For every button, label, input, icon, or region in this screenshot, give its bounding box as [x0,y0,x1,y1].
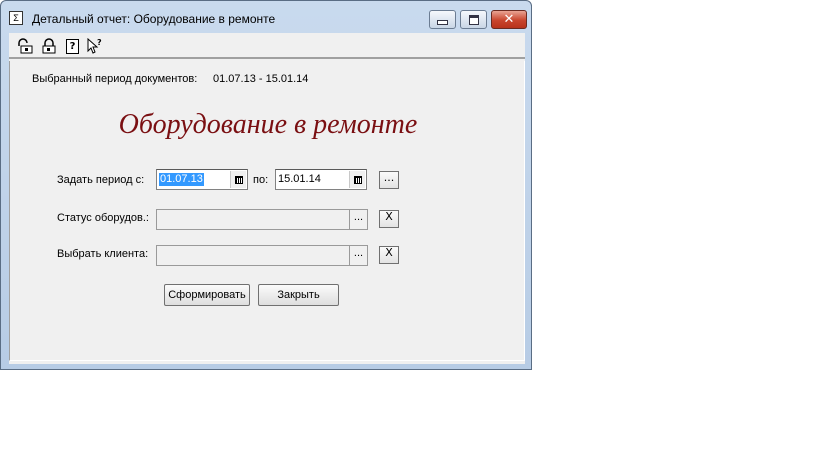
report-title: Оборудование в ремонте [118,109,418,140]
client-clear-button[interactable]: X [379,246,399,264]
context-help-icon[interactable]: ? [86,37,103,54]
close-icon: ✕ [503,12,515,27]
period-from-label: Задать период с: [57,174,145,186]
period-value: 01.07.13 - 15.01.14 [213,73,309,85]
help-icon[interactable]: ? [64,38,81,54]
svg-text:?: ? [97,38,102,47]
status-field[interactable]: ... [156,209,368,230]
app-icon[interactable]: Σ [9,11,23,25]
client-label: Выбрать клиента: [57,248,149,260]
report-form: Выбранный период документов: 01.07.13 - … [9,61,525,361]
date-from-value[interactable]: 01.07.13 [159,173,204,186]
close-window-button[interactable]: ✕ [491,10,527,29]
close-button[interactable]: Закрыть [258,284,339,306]
status-clear-button[interactable]: X [379,210,399,228]
title-bar[interactable]: Σ Детальный отчет: Оборудование в ремонт… [1,1,531,33]
open-lock-icon[interactable] [17,38,34,54]
date-to-value[interactable]: 15.01.14 [278,173,321,186]
date-to-field[interactable]: 15.01.14 [275,169,367,190]
status-select-button[interactable]: ... [349,210,367,229]
report-window: Σ Детальный отчет: Оборудование в ремонт… [0,0,532,370]
maximize-icon [468,14,479,25]
lock-icon[interactable] [40,38,57,54]
minimize-icon [437,20,448,25]
dialog-client-area: ? ? Выбранный период документов: 01.07.1… [9,33,525,364]
toolbar: ? ? [9,33,525,59]
client-field[interactable]: ... [156,245,368,266]
period-label: Выбранный период документов: [32,73,198,85]
minimize-button[interactable] [429,10,456,29]
window-title: Детальный отчет: Оборудование в ремонте [32,12,276,26]
client-select-button[interactable]: ... [349,246,367,265]
calendar-icon[interactable] [230,171,246,188]
period-select-button[interactable]: ... [379,171,399,189]
maximize-button[interactable] [460,10,487,29]
calendar-icon[interactable] [349,171,365,188]
status-label: Статус оборудов.: [57,212,149,224]
generate-button[interactable]: Сформировать [164,284,250,306]
period-to-label: по: [253,174,269,186]
date-from-field[interactable]: 01.07.13 [156,169,248,190]
